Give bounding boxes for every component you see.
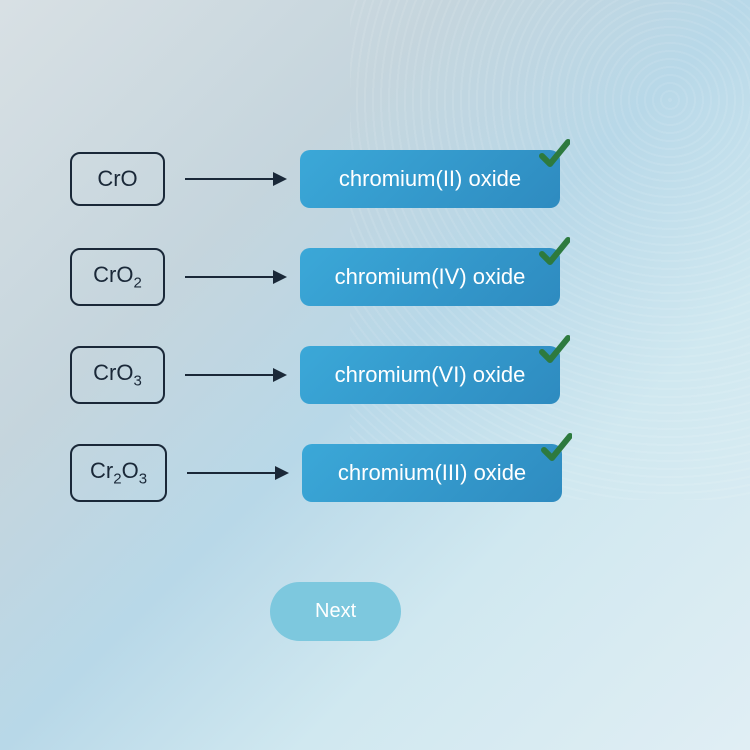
formula-text: CrO2 xyxy=(93,262,142,287)
formula-box[interactable]: CrO3 xyxy=(70,346,165,403)
match-row: CrO3 chromium(VI) oxide xyxy=(70,346,710,404)
answer-box[interactable]: chromium(II) oxide xyxy=(300,150,560,208)
match-row: CrO2 chromium(IV) oxide xyxy=(70,248,710,306)
checkmark-icon xyxy=(540,432,572,464)
next-button[interactable]: Next xyxy=(270,582,401,641)
formula-box[interactable]: Cr2O3 xyxy=(70,444,167,501)
formula-text: CrO3 xyxy=(93,360,142,385)
formula-box[interactable]: CrO2 xyxy=(70,248,165,305)
checkmark-icon xyxy=(538,236,570,268)
arrow-icon xyxy=(185,276,285,278)
matching-exercise: CrO chromium(II) oxide CrO2 chromium(IV)… xyxy=(0,0,750,681)
answer-box[interactable]: chromium(III) oxide xyxy=(302,444,562,502)
answer-text: chromium(II) oxide xyxy=(339,166,521,191)
answer-text: chromium(VI) oxide xyxy=(335,362,526,387)
match-row: Cr2O3 chromium(III) oxide xyxy=(70,444,710,502)
arrow-icon xyxy=(185,374,285,376)
formula-box[interactable]: CrO xyxy=(70,152,165,206)
checkmark-icon xyxy=(538,138,570,170)
answer-text: chromium(III) oxide xyxy=(338,460,526,485)
formula-text: Cr2O3 xyxy=(90,458,147,483)
answer-box[interactable]: chromium(VI) oxide xyxy=(300,346,560,404)
arrow-icon xyxy=(185,178,285,180)
checkmark-icon xyxy=(538,334,570,366)
match-row: CrO chromium(II) oxide xyxy=(70,150,710,208)
formula-text: CrO xyxy=(97,166,137,191)
arrow-icon xyxy=(187,472,287,474)
answer-box[interactable]: chromium(IV) oxide xyxy=(300,248,560,306)
answer-text: chromium(IV) oxide xyxy=(335,264,526,289)
